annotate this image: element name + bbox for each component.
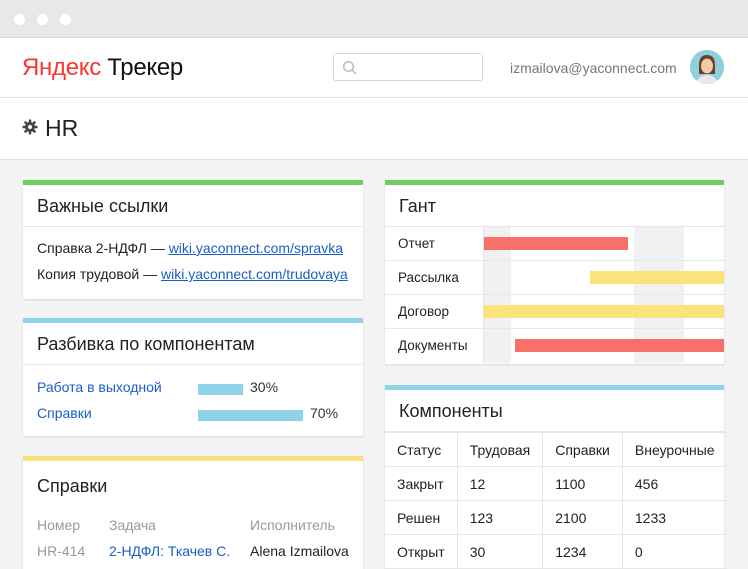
wiki-link-trudovaya[interactable]: wiki.yaconnect.com/trudovaya	[161, 266, 348, 282]
component-row: Справки 70%	[23, 400, 363, 426]
wiki-link-spravka[interactable]: wiki.yaconnect.com/spravka	[169, 240, 343, 256]
gantt-bar[interactable]	[515, 339, 724, 352]
gantt-bar[interactable]	[484, 237, 628, 250]
components-table: Статус Трудовая Справки Внеурочные Закры…	[385, 432, 727, 569]
link-row: Копия трудовой — wiki.yaconnect.com/trud…	[37, 266, 348, 282]
table-row[interactable]: Открыт 30 1234 0	[385, 534, 727, 569]
card-title: Компоненты	[385, 390, 724, 432]
link-row: Справка 2-НДФЛ — wiki.yaconnect.com/spra…	[37, 240, 343, 256]
gantt-row[interactable]: Договор	[385, 295, 724, 329]
card-title: Разбивка по компонентам	[23, 323, 363, 365]
card-title: Важные ссылки	[23, 185, 363, 227]
ticket-assignee: Alena Izmailova	[250, 543, 349, 559]
important-links-card: Важные ссылки Справка 2-НДФЛ — wiki.yaco…	[23, 180, 363, 299]
component-link[interactable]: Работа в выходной	[37, 379, 162, 395]
avatar[interactable]	[690, 50, 724, 84]
gantt-row[interactable]: Рассылка	[385, 261, 724, 295]
certificates-card: Справки Номер Задача Исполнитель HR-414 …	[23, 456, 363, 569]
window-maximize-dot[interactable]	[60, 14, 71, 25]
user-email: izmailova@yaconnect.com	[510, 60, 677, 76]
components-breakdown-card: Разбивка по компонентам Работа в выходно…	[23, 318, 363, 436]
ticket-task-link[interactable]: 2-НДФЛ: Ткачев С.	[109, 543, 230, 559]
component-progress-bar	[198, 410, 303, 421]
component-row: Работа в выходной 30%	[23, 374, 363, 400]
table-header-row: Статус Трудовая Справки Внеурочные	[385, 432, 727, 467]
gantt-bar[interactable]	[589, 271, 724, 284]
window-minimize-dot[interactable]	[37, 14, 48, 25]
table-row[interactable]: Решен 123 2100 1233	[385, 500, 727, 535]
card-title: Справки	[37, 476, 108, 496]
gantt-row[interactable]: Документы	[385, 329, 724, 363]
window-close-dot[interactable]	[14, 14, 25, 25]
component-percent: 70%	[310, 405, 339, 421]
top-bar: Яндекс Трекер izmailova@yaconnect.com	[0, 38, 748, 98]
gantt-bar[interactable]	[484, 305, 724, 318]
search-icon	[342, 60, 357, 75]
window-titlebar	[0, 0, 748, 38]
gear-icon[interactable]	[22, 119, 38, 135]
app-logo[interactable]: Яндекс Трекер	[22, 54, 183, 82]
page-title: HR	[45, 115, 79, 141]
card-title: Гант	[385, 185, 724, 227]
search-input[interactable]	[333, 53, 483, 81]
page-header: HR	[0, 98, 748, 160]
component-progress-bar	[198, 384, 243, 395]
component-link[interactable]: Справки	[37, 405, 92, 421]
gantt-row[interactable]: Отчет	[385, 227, 724, 261]
components-table-card: Компоненты Статус Трудовая Справки Внеур…	[385, 385, 727, 569]
table-header: Номер Задача Исполнитель	[37, 517, 335, 533]
ticket-number[interactable]: HR-414	[37, 543, 85, 559]
gantt-card: Гант Отчет Рассылка Договор Документы	[385, 180, 724, 364]
table-row[interactable]: HR-414 2-НДФЛ: Ткачев С. Alena Izmailova	[23, 537, 363, 565]
component-percent: 30%	[250, 379, 279, 395]
table-row[interactable]: Закрыт 12 1100 456	[385, 466, 727, 501]
